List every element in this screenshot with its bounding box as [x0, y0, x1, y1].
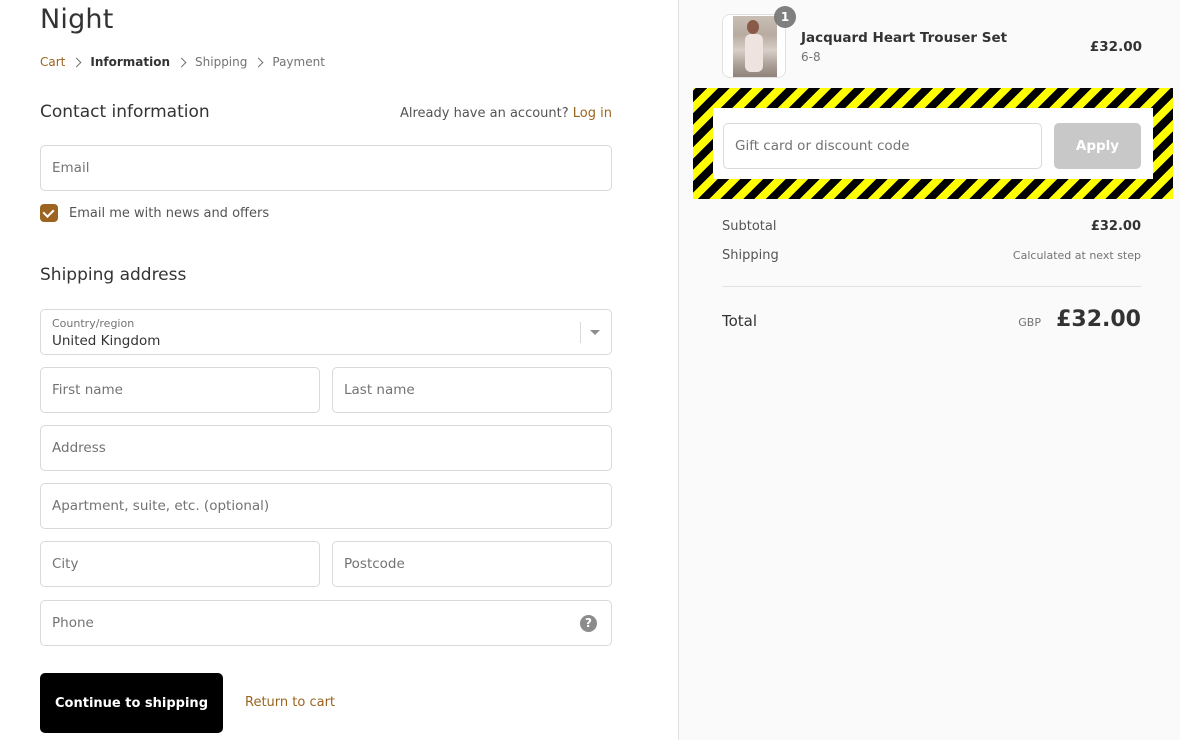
breadcrumb-shipping: Shipping: [195, 55, 248, 69]
help-question-icon[interactable]: ?: [580, 615, 597, 632]
last-name-field[interactable]: [332, 367, 612, 413]
chevron-right-icon: [253, 57, 264, 67]
product-name: Jacquard Heart Trouser Set: [801, 30, 1008, 46]
last-name-input[interactable]: [333, 368, 611, 412]
breadcrumb-cart[interactable]: Cart: [40, 55, 65, 69]
country-value[interactable]: United Kingdom: [52, 333, 160, 349]
first-name-field[interactable]: [40, 367, 320, 413]
apartment-field[interactable]: [40, 483, 612, 529]
discount-form: Apply: [713, 108, 1153, 179]
product-price: £32.00: [1089, 39, 1142, 55]
product-image: [733, 16, 777, 77]
login-prompt-text: Already have an account?: [399, 106, 569, 121]
subtotal-row: Subtotal £32.00: [722, 219, 1141, 234]
product-variant: 6-8: [801, 50, 821, 64]
address-input[interactable]: [41, 426, 611, 470]
discount-code-input[interactable]: [724, 124, 1041, 168]
newsletter-checkbox[interactable]: [40, 204, 58, 222]
phone-field[interactable]: ?: [40, 600, 612, 646]
breadcrumb-information: Information: [90, 55, 171, 69]
discount-highlight-frame: Apply: [693, 88, 1173, 199]
subtotal-label: Subtotal: [722, 219, 777, 234]
contact-section-title: Contact information: [40, 102, 210, 122]
email-input[interactable]: [41, 146, 611, 190]
checkout-main: Night Cart Information Shipping Payment …: [0, 0, 678, 740]
login-prompt: Already have an account? Log in: [400, 106, 612, 121]
quantity-badge: 1: [774, 6, 796, 28]
discount-code-field[interactable]: [723, 123, 1042, 169]
caret-down-icon[interactable]: [590, 330, 600, 335]
first-name-input[interactable]: [41, 368, 319, 412]
breadcrumb: Cart Information Shipping Payment: [40, 55, 325, 69]
order-summary: 1 Jacquard Heart Trouser Set 6-8 £32.00 …: [678, 0, 1180, 740]
address-field[interactable]: [40, 425, 612, 471]
shipping-section-title: Shipping address: [40, 265, 187, 285]
shop-title[interactable]: Night: [40, 4, 114, 35]
shipping-label: Shipping: [722, 248, 779, 263]
shipping-row: Shipping Calculated at next step: [722, 248, 1141, 263]
product-line-item: 1 Jacquard Heart Trouser Set 6-8 £32.00: [722, 6, 1142, 78]
country-select[interactable]: Country/region United Kingdom: [40, 309, 612, 355]
postcode-input[interactable]: [333, 542, 611, 586]
phone-input[interactable]: [41, 601, 611, 645]
apartment-input[interactable]: [41, 484, 611, 528]
continue-to-shipping-button[interactable]: Continue to shipping: [40, 673, 223, 733]
total-currency: GBP: [1018, 316, 1041, 329]
city-field[interactable]: [40, 541, 320, 587]
breadcrumb-payment: Payment: [272, 55, 325, 69]
total-value: £32.00: [1056, 307, 1141, 332]
city-input[interactable]: [41, 542, 319, 586]
total-row: Total GBP £32.00: [722, 307, 1141, 332]
email-field[interactable]: [40, 145, 612, 191]
country-label: Country/region: [52, 317, 135, 330]
chevron-right-icon: [71, 57, 82, 67]
chevron-right-icon: [176, 57, 187, 67]
apply-discount-button[interactable]: Apply: [1054, 123, 1141, 169]
newsletter-checkbox-row[interactable]: Email me with news and offers: [40, 204, 269, 222]
total-label: Total: [722, 312, 758, 330]
return-to-cart-link[interactable]: Return to cart: [245, 695, 335, 710]
select-divider: [580, 322, 581, 343]
summary-divider: [722, 286, 1141, 287]
login-link[interactable]: Log in: [573, 106, 612, 121]
postcode-field[interactable]: [332, 541, 612, 587]
newsletter-label[interactable]: Email me with news and offers: [69, 206, 269, 221]
shipping-value: Calculated at next step: [1012, 249, 1141, 262]
subtotal-value: £32.00: [1090, 219, 1141, 234]
total-amount-group: GBP £32.00: [1018, 307, 1141, 332]
